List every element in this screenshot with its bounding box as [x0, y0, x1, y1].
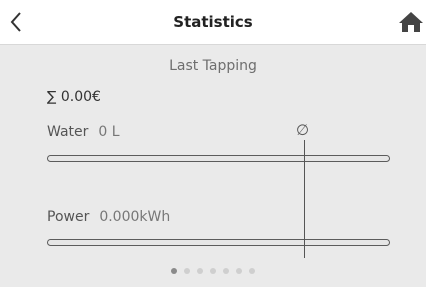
header: Statistics — [0, 0, 426, 45]
home-icon — [399, 12, 423, 32]
water-bar — [47, 155, 390, 162]
page-indicator — [0, 268, 426, 278]
water-value: 0 L — [98, 124, 120, 140]
page-dot[interactable] — [171, 268, 177, 274]
page-dot[interactable] — [249, 268, 255, 274]
average-marker-line — [304, 140, 305, 258]
page-dot[interactable] — [197, 268, 203, 274]
page-dot[interactable] — [223, 268, 229, 274]
total-cost: ∑ 0.00€ — [47, 89, 101, 105]
power-bar — [47, 239, 390, 246]
page-dot[interactable] — [184, 268, 190, 274]
page-title: Statistics — [173, 13, 253, 31]
section-subtitle: Last Tapping — [169, 58, 257, 74]
power-row: Power 0.000kWh — [47, 209, 170, 225]
page-dot[interactable] — [210, 268, 216, 274]
power-label: Power — [47, 209, 90, 225]
water-row: Water 0 L — [47, 124, 120, 140]
page-dot[interactable] — [236, 268, 242, 274]
water-label: Water — [47, 124, 89, 140]
average-symbol: ∅ — [296, 121, 310, 139]
home-button[interactable] — [396, 8, 426, 36]
power-value: 0.000kWh — [99, 209, 171, 225]
